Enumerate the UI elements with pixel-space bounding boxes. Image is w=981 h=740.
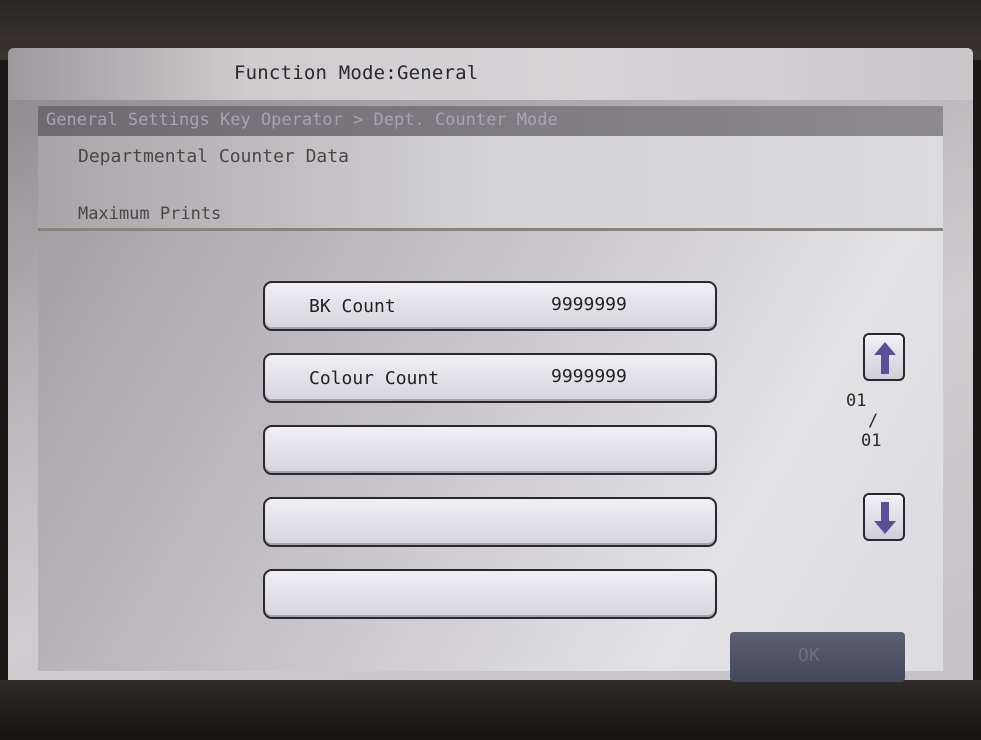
scroll-up-button[interactable] [863,333,905,381]
ok-label: OK [798,645,820,666]
empty-counter-button[interactable] [263,569,717,619]
counter-list-area: BK Count 9999999 Colour Count 9999999 01… [38,231,943,671]
touch-screen: Function Mode:General General Settings K… [8,48,973,693]
counter-value: 9999999 [551,294,627,315]
arrow-down-icon [874,502,896,534]
bk-count-button[interactable]: BK Count 9999999 [263,281,717,331]
counter-label: Colour Count [309,368,440,389]
header-panel: Departmental Counter Data Maximum Prints [38,136,943,231]
page-separator: / [868,411,879,431]
empty-counter-button[interactable] [263,497,717,547]
page-current: 01 [846,391,867,411]
function-mode-title: Function Mode:General [234,62,479,84]
title-bar: Function Mode:General [8,48,973,100]
page-subtitle: Maximum Prints [78,204,222,224]
device-bezel-bottom [0,680,981,740]
counter-label: BK Count [309,296,396,317]
scroll-down-button[interactable] [863,493,905,541]
breadcrumb-path: General Settings Key Operator > Dept. Co… [46,110,558,130]
colour-count-button[interactable]: Colour Count 9999999 [263,353,717,403]
breadcrumb: General Settings Key Operator > Dept. Co… [38,106,943,136]
counter-value: 9999999 [551,366,627,387]
page-title: Departmental Counter Data [78,146,349,167]
empty-counter-button[interactable] [263,425,717,475]
arrow-up-icon [874,342,896,374]
page-total: 01 [861,431,882,451]
ok-button[interactable]: OK [730,632,905,682]
